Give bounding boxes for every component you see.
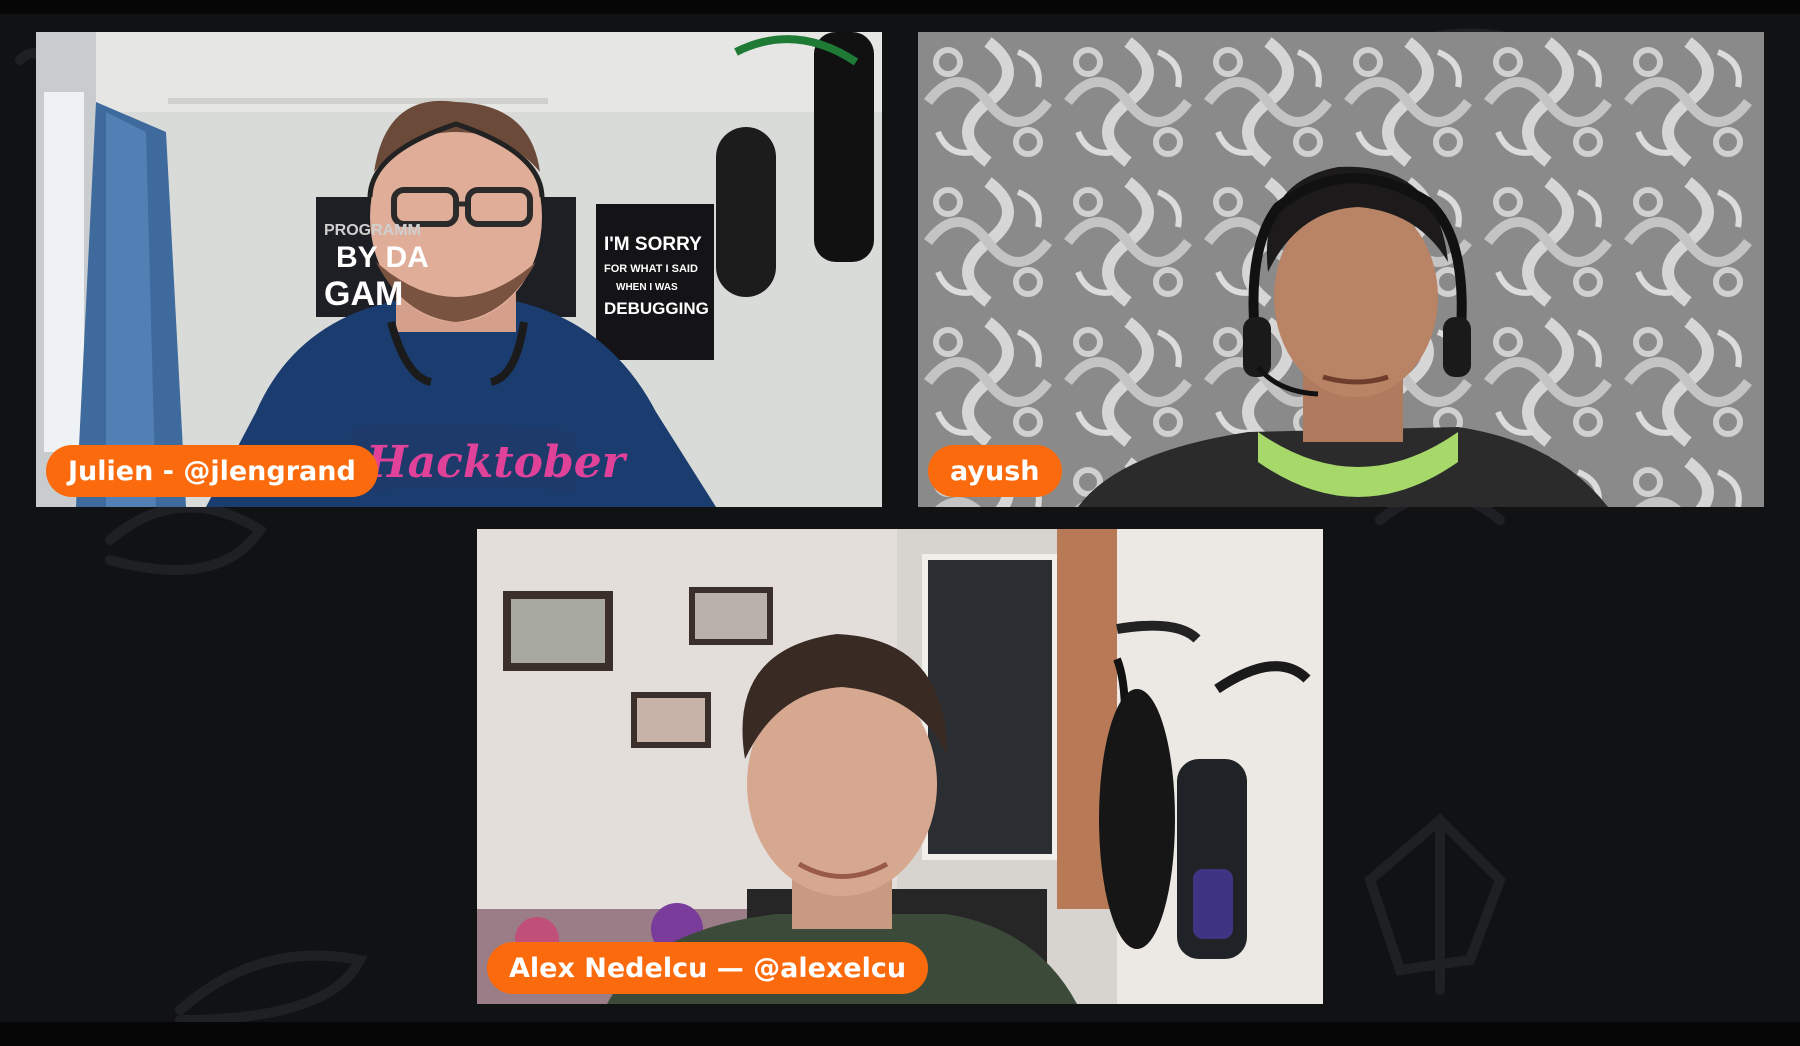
video-tile-alex[interactable]: Alex Nedelcu — @alexelcu xyxy=(477,529,1323,1004)
video-call-stage: PROGRAMM BY DA GAM I'M SORRY FOR WHAT I … xyxy=(0,0,1800,1046)
participant-name-tag: Julien - @jlengrand xyxy=(46,445,378,497)
ayush-video-feed xyxy=(918,32,1764,507)
poster-right-line-1: I'M SORRY xyxy=(604,234,702,255)
video-tile-julien[interactable]: PROGRAMM BY DA GAM I'M SORRY FOR WHAT I … xyxy=(36,32,882,507)
poster-right-line-3: WHEN I WAS xyxy=(616,282,678,293)
video-tile-ayush[interactable]: ayush xyxy=(918,32,1764,507)
alex-video-feed xyxy=(477,529,1323,1004)
poster-left-line-1: PROGRAMM xyxy=(324,222,421,239)
poster-right-line-4: DEBUGGING xyxy=(604,299,709,318)
bottom-bar xyxy=(0,1022,1800,1046)
shirt-print: Hacktober xyxy=(364,437,628,488)
shirt-text: Hacktober xyxy=(364,437,628,488)
poster-left-line-2: BY DA xyxy=(336,241,429,274)
poster-right-line-2: FOR WHAT I SAID xyxy=(604,263,698,275)
participant-name-tag: Alex Nedelcu — @alexelcu xyxy=(487,942,929,994)
poster-left-line-3: GAM xyxy=(324,275,403,313)
poster-right: I'M SORRY FOR WHAT I SAID WHEN I WAS DEB… xyxy=(604,234,709,318)
participant-name-tag: ayush xyxy=(928,445,1062,497)
poster-left: PROGRAMM BY DA GAM xyxy=(324,222,429,313)
